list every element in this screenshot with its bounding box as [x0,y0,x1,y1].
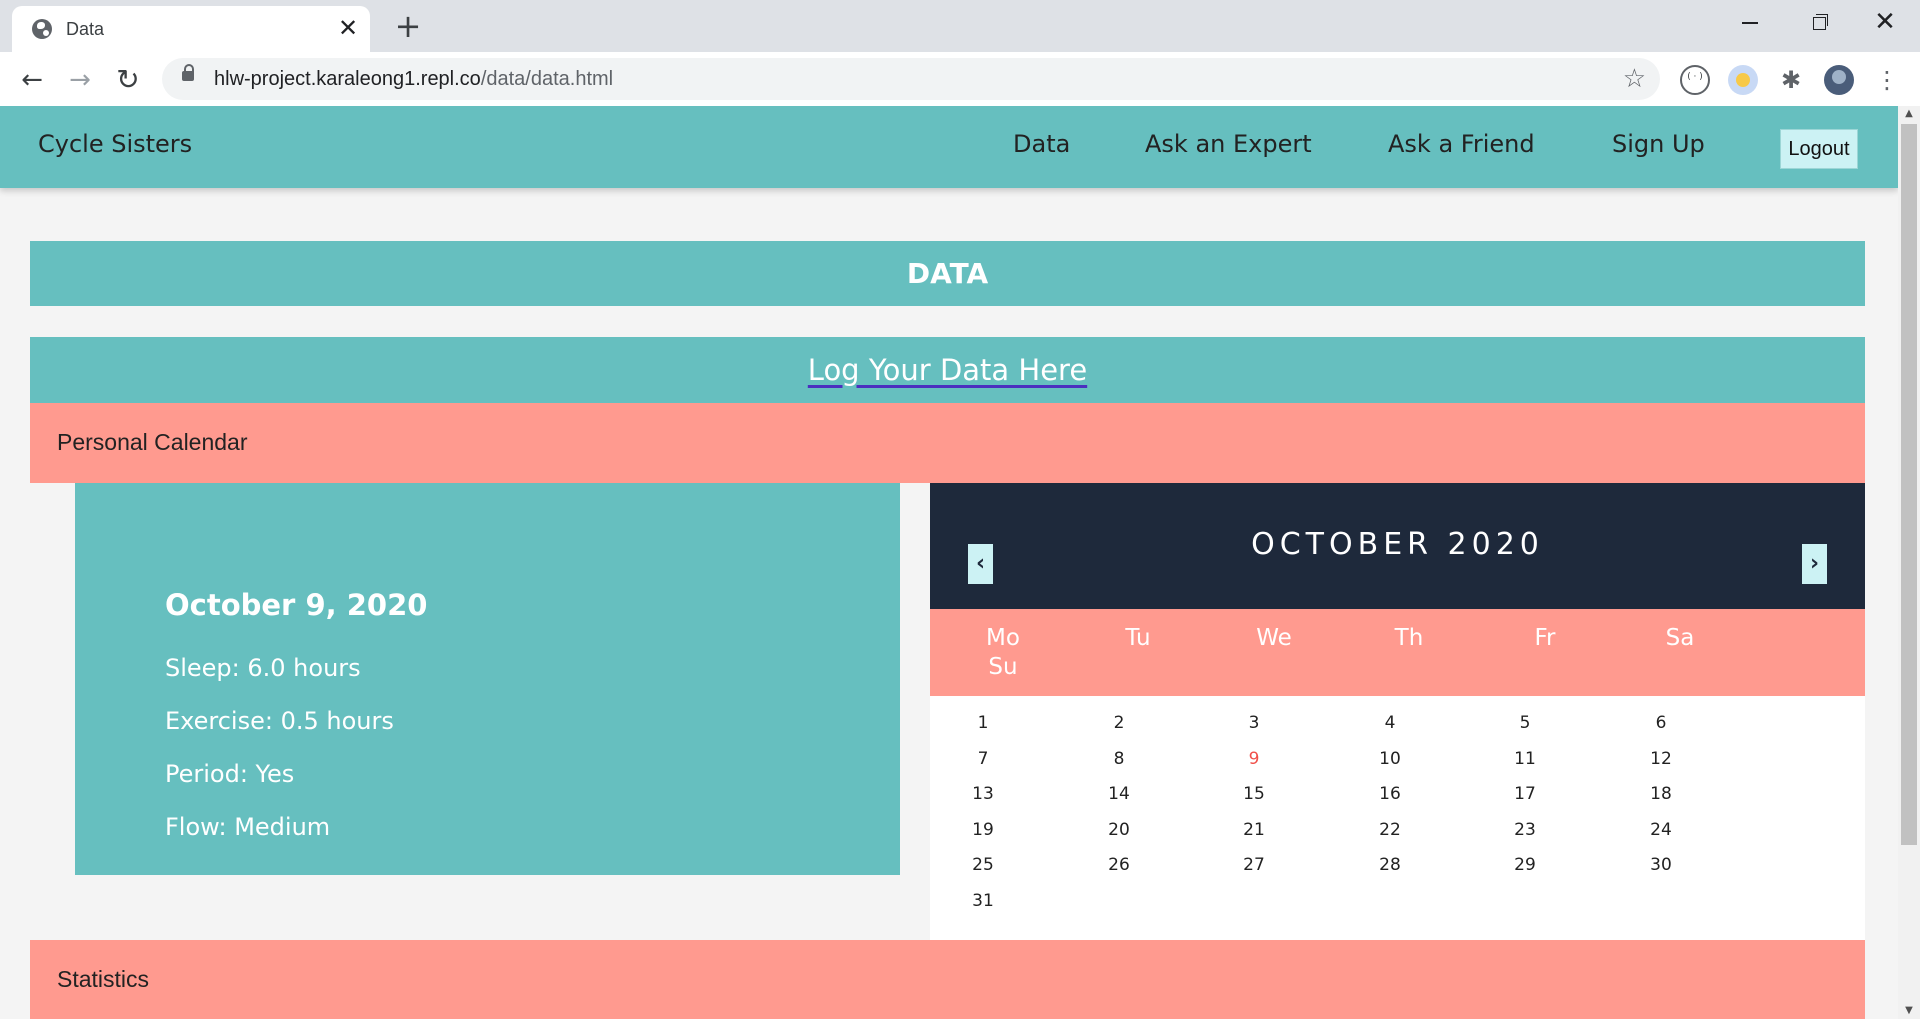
calendar-day[interactable]: 29 [1495,855,1555,875]
globe-icon [32,19,52,39]
page-title: DATA [30,241,1865,306]
scrollbar-thumb[interactable] [1901,124,1917,845]
weekday-row: Mo Tu We Th Fr Sa Su [930,609,1865,696]
bookmark-star-icon[interactable]: ☆ [1623,64,1646,94]
site-navbar: Cycle Sisters Data Ask an Expert Ask a F… [0,106,1898,188]
flow-value: Flow: Medium [165,813,331,841]
calendar-day[interactable]: 30 [1631,855,1691,875]
weekday-label: Su [988,654,1018,680]
calendar-day[interactable]: 19 [953,820,1013,840]
calendar-day[interactable]: 9 [1224,749,1284,769]
calendar-day[interactable]: 3 [1224,713,1284,733]
calendar-day[interactable]: 2 [1089,713,1149,733]
weekday-label: We [1256,625,1292,651]
statistics-section: Statistics [30,940,1865,1019]
calendar-day[interactable]: 31 [953,891,1013,911]
month-calendar: OCTOBER 2020 ‹ › Mo Tu We Th Fr Sa Su 12… [930,483,1865,940]
forward-button[interactable]: → [60,60,100,100]
calendar-day[interactable]: 15 [1224,784,1284,804]
browser-menu-icon[interactable]: ⋮ [1872,65,1902,95]
weekday-label: Fr [1534,625,1556,651]
calendar-day[interactable]: 6 [1631,713,1691,733]
restore-button[interactable] [1788,4,1848,40]
calendar-day[interactable]: 8 [1089,749,1149,769]
personal-calendar-section: Personal Calendar [30,403,1865,483]
calendar-day[interactable]: 11 [1495,749,1555,769]
calendar-day[interactable]: 23 [1495,820,1555,840]
nav-link-ask-expert[interactable]: Ask an Expert [1145,130,1312,158]
brand-link[interactable]: Cycle Sisters [38,130,192,158]
log-data-link[interactable]: Log Your Data Here [808,353,1087,387]
scroll-down-arrow-icon[interactable]: ▼ [1898,1003,1920,1019]
calendar-header: OCTOBER 2020 ‹ › [930,483,1865,609]
minimize-button[interactable] [1718,4,1778,40]
scroll-up-arrow-icon[interactable]: ▲ [1898,106,1920,122]
profile-avatar[interactable] [1824,65,1854,95]
url-path: /data/data.html [480,68,614,90]
day-summary-card: October 9, 2020 Sleep: 6.0 hours Exercis… [75,483,900,875]
calendar-day[interactable]: 27 [1224,855,1284,875]
nav-link-sign-up[interactable]: Sign Up [1612,130,1705,158]
calendar-day[interactable]: 28 [1360,855,1420,875]
calendar-day[interactable]: 25 [953,855,1013,875]
calendar-day[interactable]: 21 [1224,820,1284,840]
page-viewport: Cycle Sisters Data Ask an Expert Ask a F… [0,106,1898,1019]
calendar-day[interactable]: 5 [1495,713,1555,733]
window-close-button[interactable]: ✕ [1855,4,1915,40]
calendar-day[interactable]: 12 [1631,749,1691,769]
page-scrollbar[interactable]: ▲ ▼ [1898,106,1920,1019]
calendar-month-title: OCTOBER 2020 [1251,527,1544,562]
exercise-value: Exercise: 0.5 hours [165,707,394,735]
calendar-day[interactable]: 16 [1360,784,1420,804]
lock-icon[interactable] [182,64,194,81]
weekday-label: Sa [1665,625,1695,651]
logout-button[interactable]: Logout [1780,129,1858,169]
url-host: hlw-project.karaleong1.repl.co [214,68,481,90]
previous-month-button[interactable]: ‹ [968,544,993,584]
new-tab-button[interactable]: + [390,8,426,44]
sleep-value: Sleep: 6.0 hours [165,654,361,682]
calendar-day[interactable]: 14 [1089,784,1149,804]
calendar-day[interactable]: 17 [1495,784,1555,804]
calendar-day[interactable]: 4 [1360,713,1420,733]
calendar-day[interactable]: 20 [1089,820,1149,840]
browser-tab[interactable]: Data ✕ [12,6,370,52]
extension-sun-icon[interactable] [1728,65,1758,95]
calendar-day[interactable]: 18 [1631,784,1691,804]
section-title: Statistics [57,966,150,992]
calendar-day[interactable]: 26 [1089,855,1149,875]
nav-link-ask-friend[interactable]: Ask a Friend [1388,130,1535,158]
close-tab-icon[interactable]: ✕ [334,14,362,42]
log-data-banner: Log Your Data Here [30,337,1865,403]
address-bar[interactable]: hlw-project.karaleong1.repl.co/data/data… [162,58,1660,100]
extensions-puzzle-icon[interactable]: ✱ [1776,65,1806,95]
browser-toolbar: ← → ↻ hlw-project.karaleong1.repl.co/dat… [0,52,1920,106]
weekday-label: Mo [986,625,1020,651]
selected-date: October 9, 2020 [165,588,428,622]
calendar-day[interactable]: 1 [953,713,1013,733]
calendar-day[interactable]: 13 [953,784,1013,804]
nav-link-data[interactable]: Data [1013,130,1070,158]
calendar-day[interactable]: 7 [953,749,1013,769]
weekday-label: Tu [1125,625,1151,651]
url-text[interactable]: hlw-project.karaleong1.repl.co/data/data… [214,68,613,91]
extension-icon[interactable] [1680,65,1710,95]
next-month-button[interactable]: › [1802,544,1827,584]
weekday-label: Th [1394,625,1424,651]
section-title: Personal Calendar [57,429,248,455]
tab-title: Data [66,19,105,39]
back-button[interactable]: ← [12,60,52,100]
calendar-day[interactable]: 24 [1631,820,1691,840]
reload-button[interactable]: ↻ [108,60,148,100]
browser-tab-strip: Data ✕ + ✕ [0,0,1920,52]
calendar-day[interactable]: 10 [1360,749,1420,769]
period-value: Period: Yes [165,760,295,788]
calendar-day[interactable]: 22 [1360,820,1420,840]
